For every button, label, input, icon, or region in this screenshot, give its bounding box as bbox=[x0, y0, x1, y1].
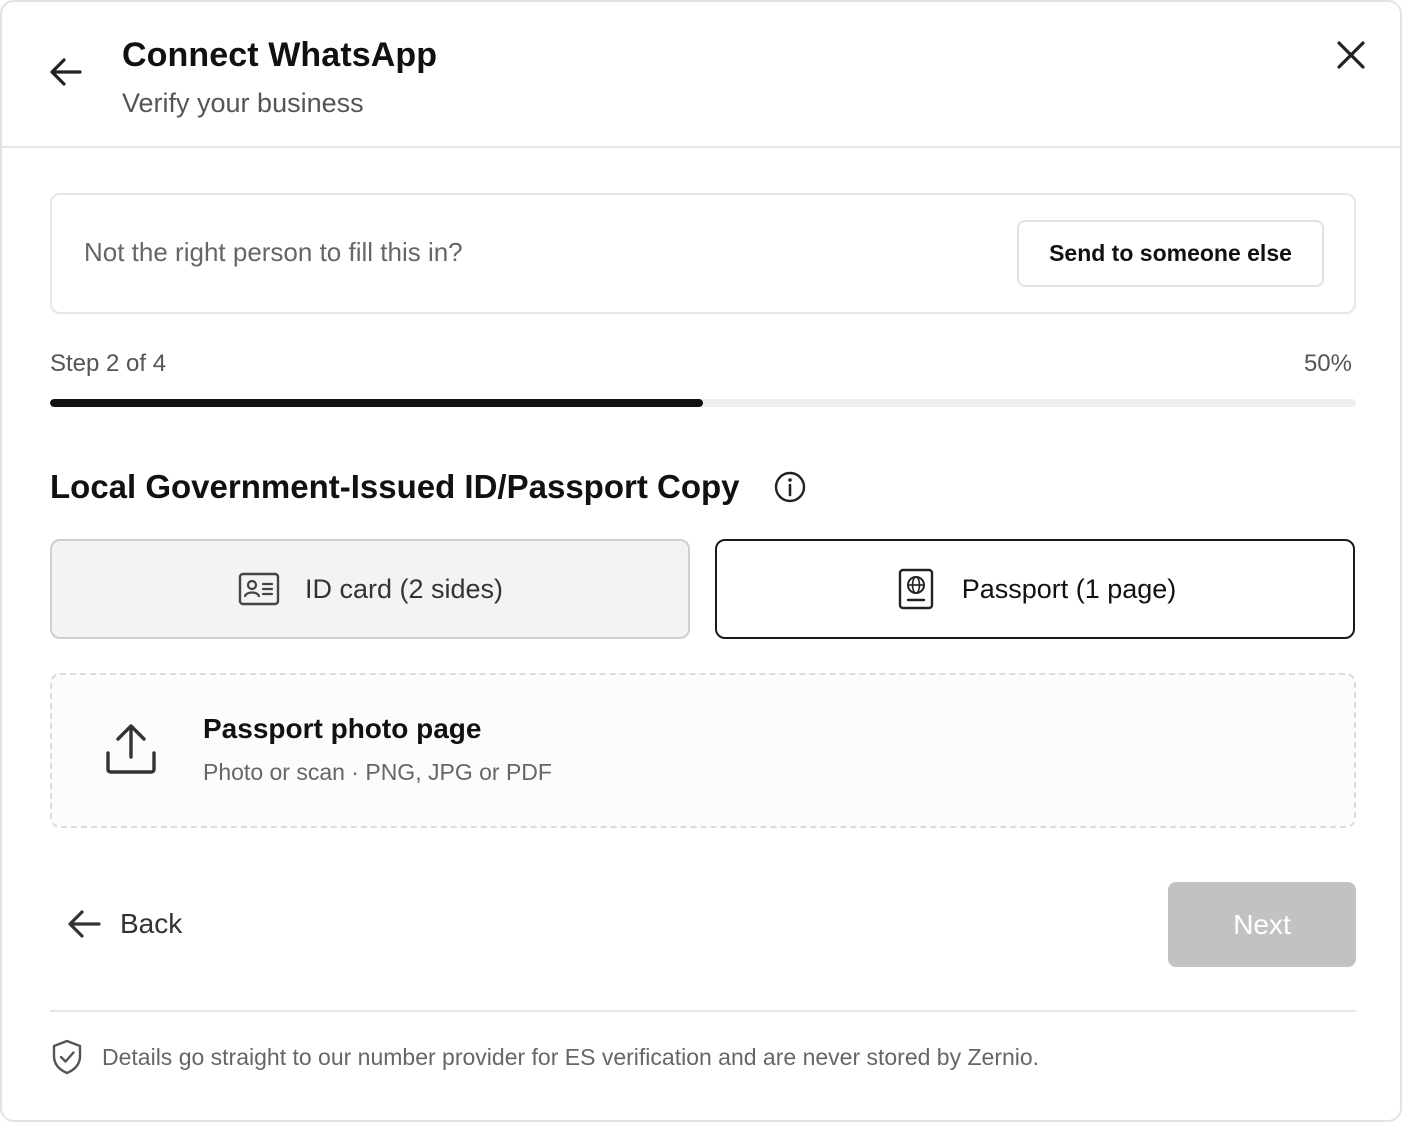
arrow-left-icon bbox=[68, 910, 101, 938]
dialog-title: Connect WhatsApp bbox=[122, 36, 438, 74]
footer-divider bbox=[50, 1010, 1356, 1012]
upload-hint: Photo or scan · PNG, JPG or PDF bbox=[203, 759, 552, 785]
progress-bar bbox=[50, 399, 1356, 407]
id-card-option-label: ID card (2 sides) bbox=[304, 573, 504, 604]
delegate-panel: Not the right person to fill this in? Se… bbox=[50, 193, 1356, 314]
delegate-prompt: Not the right person to fill this in? bbox=[84, 237, 463, 267]
document-section-title: Local Government-Issued ID/Passport Copy bbox=[50, 468, 740, 505]
arrow-left-icon[interactable] bbox=[46, 52, 86, 92]
dialog-header: Connect WhatsApp Verify your business bbox=[2, 2, 1400, 148]
upload-icon bbox=[106, 724, 156, 774]
passport-icon bbox=[898, 568, 933, 610]
passport-upload-dropzone[interactable]: Passport photo page Photo or scan · PNG,… bbox=[50, 673, 1356, 828]
back-button-label: Back bbox=[120, 908, 183, 939]
id-card-option[interactable]: ID card (2 sides) bbox=[50, 539, 690, 639]
upload-title: Passport photo page bbox=[203, 713, 482, 744]
connect-whatsapp-dialog: Connect WhatsApp Verify your business No… bbox=[0, 0, 1402, 1122]
step-indicator: Step 2 of 4 bbox=[50, 350, 167, 377]
send-to-someone-else-button[interactable]: Send to someone else bbox=[1017, 220, 1324, 287]
info-icon[interactable] bbox=[773, 470, 807, 504]
privacy-notice-text: Details go straight to our number provid… bbox=[102, 1043, 1040, 1070]
progress-bar-fill bbox=[50, 399, 703, 407]
close-icon[interactable] bbox=[1330, 34, 1372, 76]
progress-percent: 50% bbox=[1303, 350, 1352, 377]
id-card-icon bbox=[238, 572, 280, 606]
passport-option-label: Passport (1 page) bbox=[961, 573, 1177, 604]
back-button[interactable]: Back bbox=[64, 894, 182, 954]
next-button[interactable]: Next bbox=[1168, 882, 1356, 967]
privacy-notice: Details go straight to our number provid… bbox=[50, 1038, 1039, 1076]
shield-icon bbox=[52, 1039, 82, 1075]
dialog-subtitle: Verify your business bbox=[122, 88, 364, 118]
passport-option[interactable]: Passport (1 page) bbox=[715, 539, 1355, 639]
